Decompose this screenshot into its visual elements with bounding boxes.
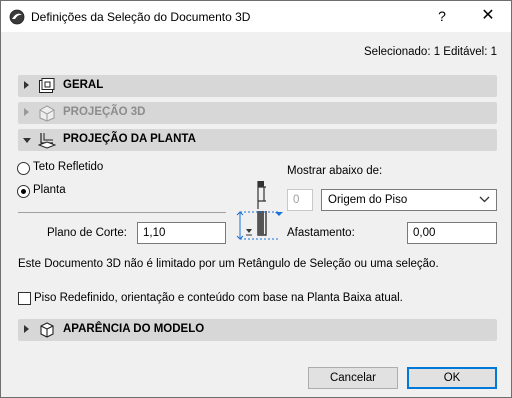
title-bar: Definições da Seleção do Documento 3D ? …	[1, 1, 511, 32]
help-button[interactable]: ?	[421, 1, 463, 31]
story-number-input[interactable]: 0	[287, 189, 313, 211]
origin-select-value: Origem do Piso	[328, 194, 408, 206]
close-button[interactable]: ✕	[465, 1, 511, 31]
chevron-right-icon	[24, 108, 29, 116]
cut-plane-input[interactable]: 1,10	[137, 222, 226, 244]
section-geral-header[interactable]: GERAL	[18, 75, 497, 97]
model-appearance-cube-icon	[40, 322, 54, 338]
piso-redefinido-label: Piso Redefinido, orientação e conteúdo c…	[34, 292, 403, 304]
window-title: Definições da Seleção do Documento 3D	[31, 10, 251, 24]
section-aparencia-label: APARÊNCIA DO MODELO	[63, 323, 205, 335]
chevron-down-icon	[23, 138, 31, 143]
offset-label: Afastamento:	[287, 227, 355, 239]
show-below-label: Mostrar abaixo de:	[287, 165, 383, 177]
section-projecao-3d-header[interactable]: PROJEÇÃO 3D	[18, 102, 497, 124]
cancel-button[interactable]: Cancelar	[308, 367, 398, 389]
piso-redefinido-checkbox[interactable]	[18, 292, 31, 305]
cut-plane-diagram-icon	[236, 181, 283, 240]
section-geral-label: GERAL	[63, 79, 104, 91]
section-projecao-planta-label: PROJEÇÃO DA PLANTA	[63, 133, 196, 145]
chevron-right-icon	[24, 325, 29, 333]
section-projecao-3d-label: PROJEÇÃO 3D	[63, 106, 146, 118]
radio-planta[interactable]	[17, 185, 30, 198]
dialog-window: Definições da Seleção do Documento 3D ? …	[0, 0, 512, 398]
info-text: Este Documento 3D não é limitado por um …	[18, 258, 439, 270]
cut-plane-label: Plano de Corte:	[47, 227, 127, 239]
projection-3d-icon	[39, 105, 55, 122]
floor-plan-projection-icon	[38, 133, 56, 149]
chevron-right-icon	[24, 81, 29, 89]
selection-count-label: Selecionado: 1 Editável: 1	[364, 46, 497, 58]
chevron-down-icon	[479, 196, 490, 203]
offset-input[interactable]: 0,00	[407, 222, 497, 244]
ok-button[interactable]: OK	[407, 367, 497, 389]
radio-teto-refletido[interactable]	[17, 162, 30, 175]
radio-teto-refletido-label: Teto Refletido	[33, 161, 104, 173]
general-settings-icon	[39, 78, 55, 93]
section-projecao-planta-header[interactable]: PROJEÇÃO DA PLANTA	[18, 129, 497, 151]
origin-select[interactable]: Origem do Piso	[321, 189, 497, 211]
section-aparencia-header[interactable]: APARÊNCIA DO MODELO	[18, 319, 497, 341]
radio-planta-label: Planta	[33, 184, 66, 196]
divider	[18, 212, 226, 213]
archicad-app-icon	[9, 9, 25, 25]
